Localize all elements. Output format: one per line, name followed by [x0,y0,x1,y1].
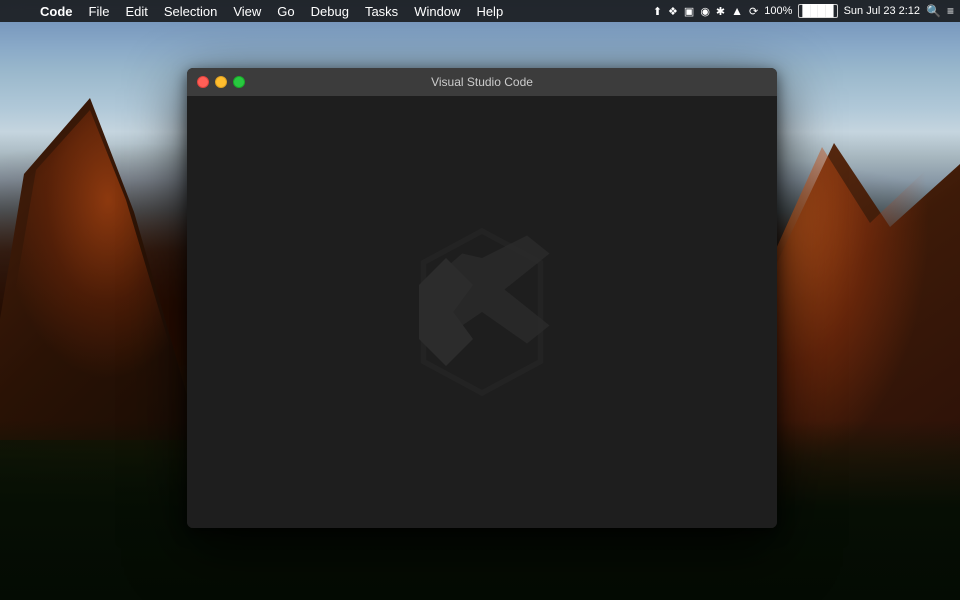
upload-icon: ⬆ [653,5,662,18]
bluetooth-icon: ✱ [716,5,725,18]
mountain-glow-left [0,80,180,380]
battery-icon: ████ [798,4,837,18]
window-minimize-button[interactable] [215,76,227,88]
menubar-view[interactable]: View [225,0,269,22]
menubar-tasks[interactable]: Tasks [357,0,406,22]
wifi-icon: ▲ [731,4,743,18]
menubar-go[interactable]: Go [269,0,302,22]
menubar-app-name[interactable]: Code [32,0,81,22]
window-title: Visual Studio Code [431,75,533,89]
vscode-logo-watermark [392,222,572,402]
menubar-edit[interactable]: Edit [117,0,155,22]
screen-icon: ▣ [684,5,694,18]
traffic-lights [197,76,245,88]
date-time: Sun Jul 23 2:12 [844,5,920,17]
menubar-file[interactable]: File [81,0,118,22]
menubar-selection[interactable]: Selection [156,0,225,22]
window-titlebar: Visual Studio Code [187,68,777,96]
notification-center-icon[interactable]: ≡ [947,4,954,18]
menubar: Code File Edit Selection View Go Debug T… [0,0,960,22]
time-machine-icon: ⟳ [749,5,758,18]
vscode-content-area [187,96,777,528]
menubar-debug[interactable]: Debug [303,0,357,22]
battery-percent: 100% [764,5,792,17]
search-icon[interactable]: 🔍 [926,4,941,18]
window-close-button[interactable] [197,76,209,88]
menubar-help[interactable]: Help [468,0,511,22]
menubar-right-section: ⬆ ❖ ▣ ◉ ✱ ▲ ⟳ 100% ████ Sun Jul 23 2:12 … [653,4,954,18]
menubar-window[interactable]: Window [406,0,468,22]
location-icon: ◉ [700,5,710,18]
dropbox-icon: ❖ [668,5,678,18]
apple-menu[interactable] [6,0,28,22]
vscode-window: Visual Studio Code [187,68,777,528]
window-maximize-button[interactable] [233,76,245,88]
